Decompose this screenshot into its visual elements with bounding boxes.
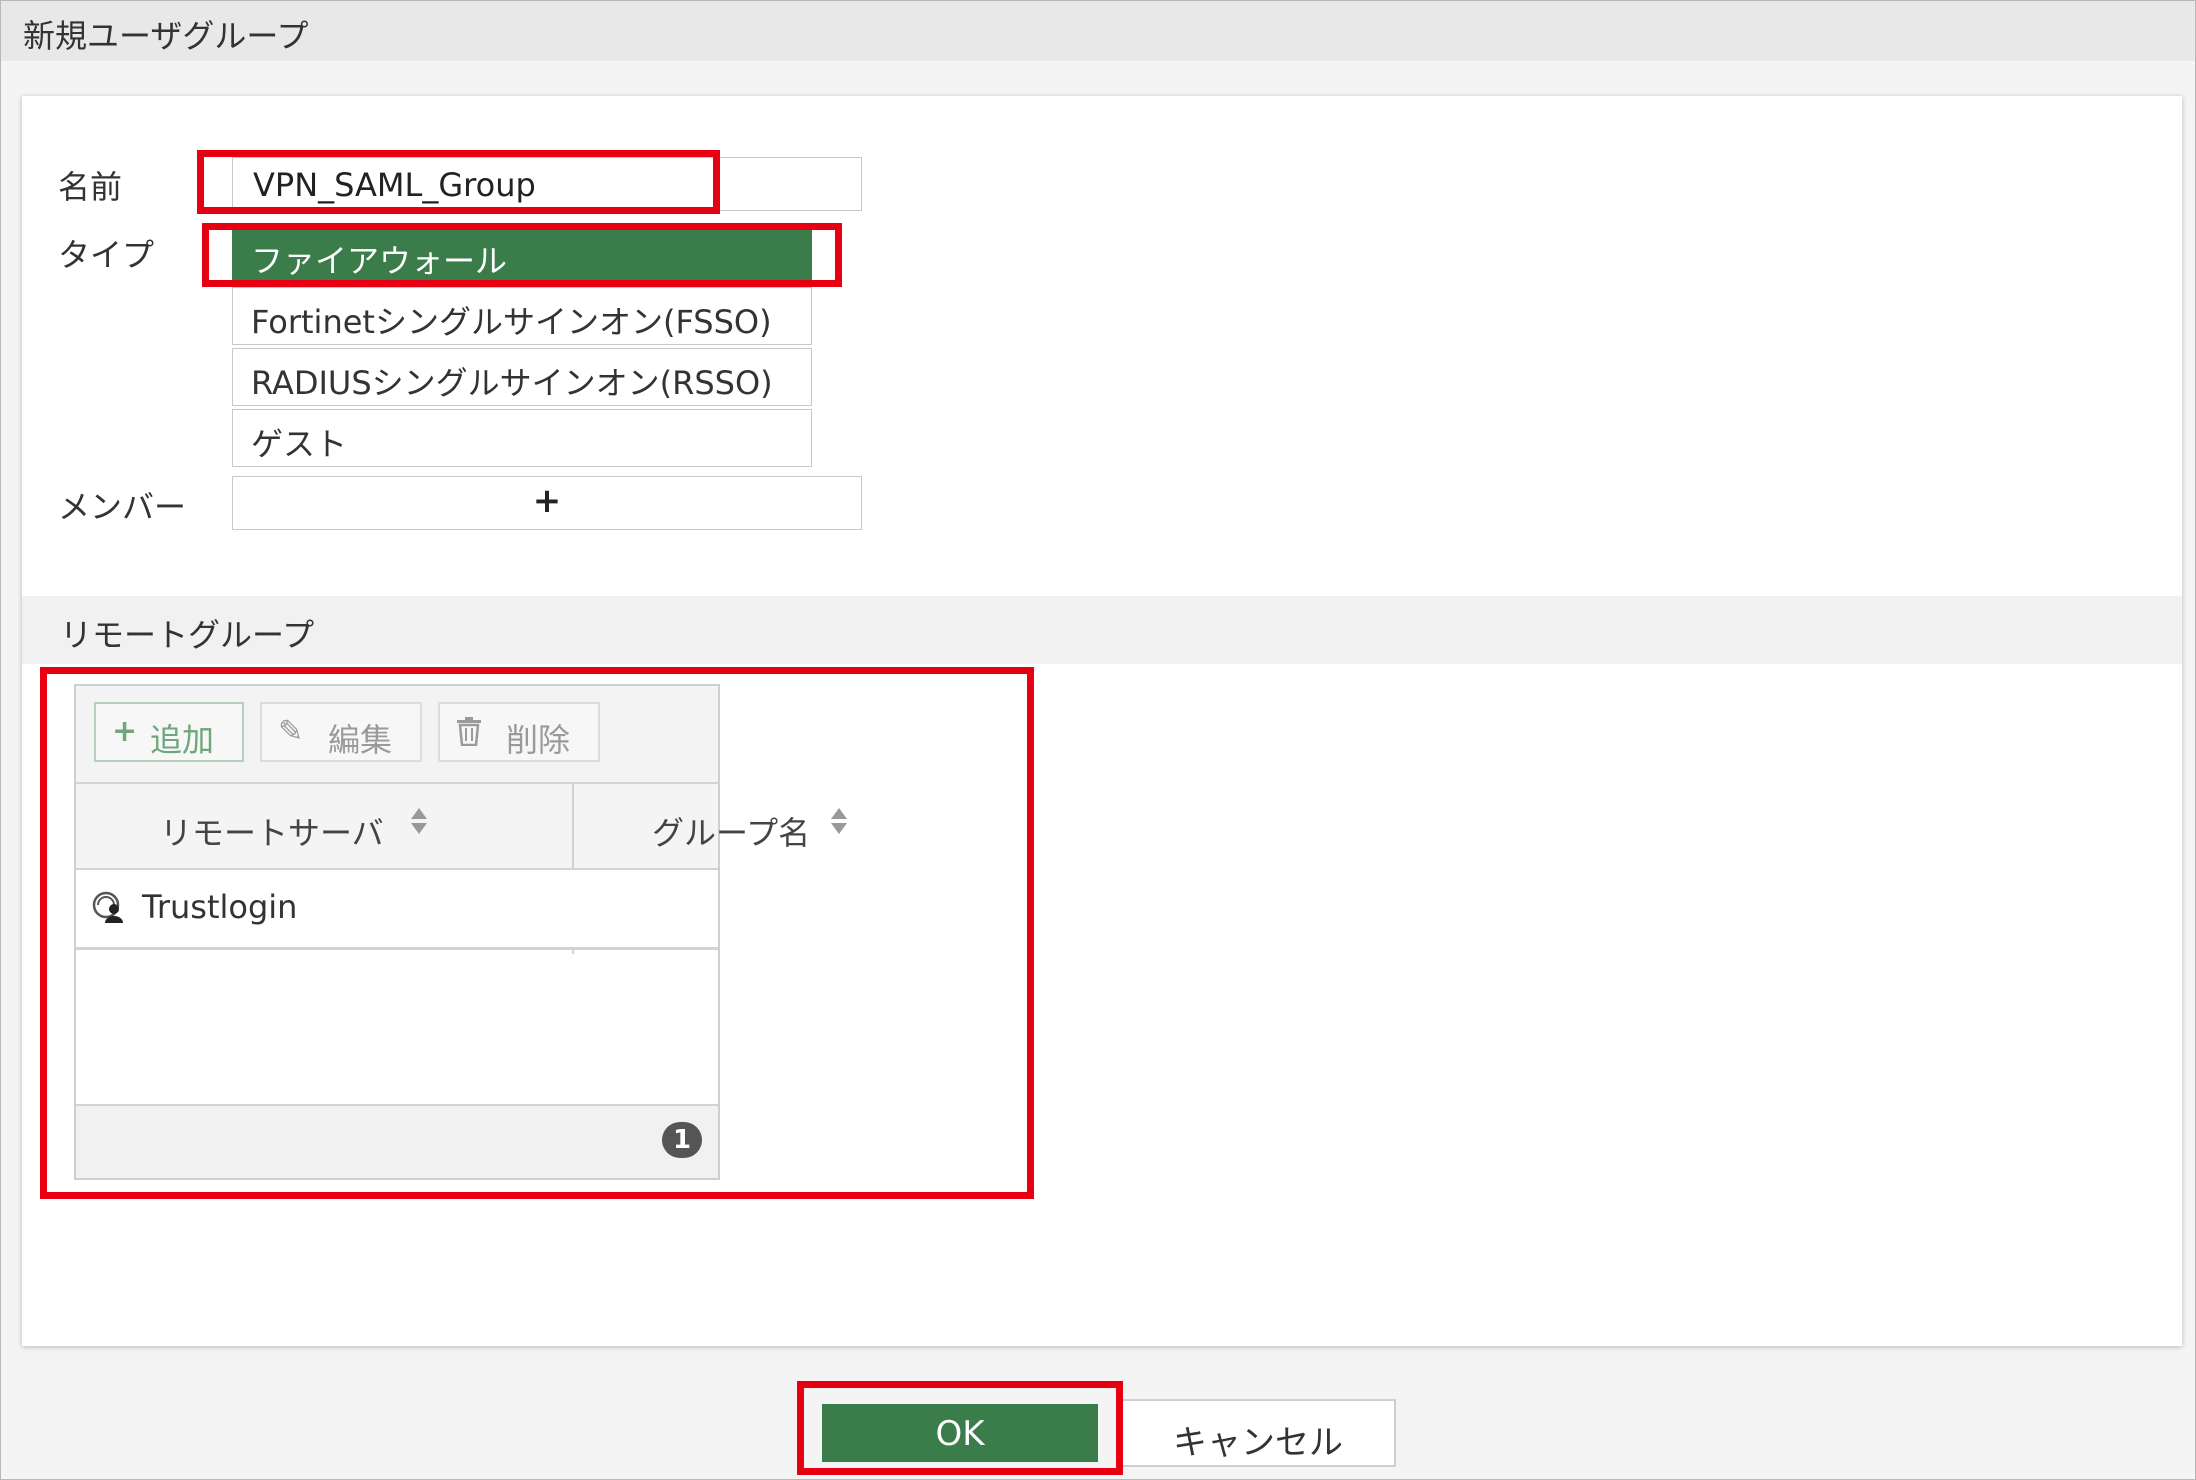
sort-icon	[830, 804, 848, 840]
name-label: 名前	[58, 168, 123, 206]
name-input[interactable]: VPN_SAML_Group	[232, 157, 862, 211]
edit-button-label: 編集	[328, 721, 393, 759]
type-option-guest[interactable]: ゲスト	[232, 409, 812, 467]
type-option-rsso[interactable]: RADIUSシングルサインオン(RSSO)	[232, 348, 812, 406]
saml-server-icon	[92, 890, 126, 924]
sort-icon	[410, 804, 428, 840]
column-header-group-name[interactable]: グループ名	[574, 784, 847, 868]
cancel-button[interactable]: キャンセル	[1120, 1399, 1396, 1467]
table-toolbar: + 追加 ✎ 編集 削除	[76, 686, 718, 784]
type-option-label: ファイアウォール	[251, 242, 508, 280]
column-header-label: グループ名	[652, 814, 811, 852]
remote-group-table: + 追加 ✎ 編集 削除 リモートサーバ グループ名 Trustlogin 1	[74, 684, 847, 1180]
type-option-label: ゲスト	[251, 425, 348, 463]
trash-icon	[456, 714, 482, 754]
table-row[interactable]: Trustlogin	[76, 870, 718, 950]
cancel-button-label: キャンセル	[1173, 1423, 1343, 1463]
delete-button-label: 削除	[506, 721, 571, 759]
remote-group-section-header: リモートグループ	[22, 596, 2182, 664]
table-footer: 1	[76, 1104, 718, 1178]
type-option-label: Fortinetシングルサインオン(FSSO)	[251, 303, 772, 341]
pencil-icon: ✎	[278, 714, 304, 749]
add-button[interactable]: + 追加	[94, 702, 244, 762]
delete-button[interactable]: 削除	[438, 702, 600, 762]
type-option-firewall[interactable]: ファイアウォール	[232, 226, 812, 284]
plus-icon: +	[112, 714, 138, 749]
dialog-titlebar: 新規ユーザグループ	[1, 1, 2195, 61]
remote-group-section-title: リモートグループ	[60, 616, 315, 654]
type-option-list: ファイアウォール Fortinetシングルサインオン(FSSO) RADIUSシ…	[232, 226, 812, 470]
column-header-label: リモートサーバ	[160, 814, 384, 852]
ok-button-label: OK	[935, 1414, 985, 1454]
type-label: タイプ	[58, 236, 155, 274]
ok-button[interactable]: OK	[822, 1404, 1098, 1462]
type-option-fsso[interactable]: Fortinetシングルサインオン(FSSO)	[232, 287, 812, 345]
remote-server-cell: Trustlogin	[142, 888, 298, 926]
table-header: リモートサーバ グループ名	[76, 784, 847, 870]
add-member-button[interactable]: +	[232, 476, 862, 530]
add-button-label: 追加	[150, 721, 215, 759]
type-option-label: RADIUSシングルサインオン(RSSO)	[251, 364, 773, 402]
form-panel: 名前 VPN_SAML_Group タイプ ファイアウォール Fortinetシ…	[22, 96, 2182, 1346]
dialog-title: 新規ユーザグループ	[23, 17, 309, 55]
dialog-footer	[1, 1380, 2195, 1478]
member-label: メンバー	[58, 488, 187, 526]
column-header-remote-server[interactable]: リモートサーバ	[76, 784, 572, 868]
row-count-badge: 1	[662, 1122, 702, 1158]
name-input-value: VPN_SAML_Group	[253, 166, 536, 204]
plus-icon: +	[532, 481, 562, 521]
edit-button[interactable]: ✎ 編集	[260, 702, 422, 762]
